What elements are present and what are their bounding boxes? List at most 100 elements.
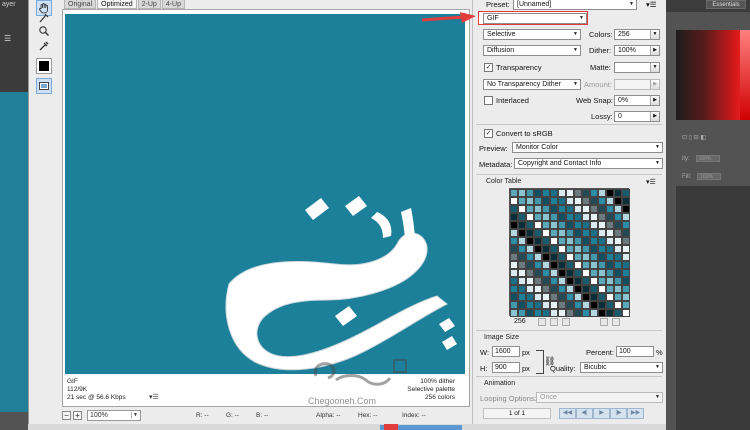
color-swatch[interactable] xyxy=(606,261,614,269)
preset-select[interactable]: [Unnamed] ▼ xyxy=(513,0,637,10)
color-swatch[interactable] xyxy=(510,221,518,229)
color-swatch[interactable] xyxy=(606,213,614,221)
color-swatch[interactable] xyxy=(566,301,574,309)
color-swatch[interactable] xyxy=(542,189,550,197)
color-swatch[interactable] xyxy=(542,253,550,261)
color-swatch[interactable] xyxy=(574,229,582,237)
color-swatch[interactable] xyxy=(542,229,550,237)
color-swatch[interactable] xyxy=(614,301,622,309)
color-swatch[interactable] xyxy=(566,245,574,253)
last-frame-icon[interactable]: ▶▶ xyxy=(627,408,644,419)
color-swatch[interactable] xyxy=(542,205,550,213)
color-swatch[interactable] xyxy=(542,309,550,317)
color-swatch[interactable] xyxy=(542,285,550,293)
color-swatch[interactable] xyxy=(542,301,550,309)
height-input[interactable]: 900 xyxy=(492,362,520,373)
color-swatch[interactable] xyxy=(534,189,542,197)
quality-select[interactable]: Bicubic ▼ xyxy=(580,362,663,373)
color-swatch[interactable] xyxy=(518,245,526,253)
tab-2-up[interactable]: 2-Up xyxy=(137,0,161,9)
color-swatch[interactable] xyxy=(606,309,614,317)
color-swatch[interactable] xyxy=(622,221,630,229)
color-swatch[interactable] xyxy=(606,285,614,293)
color-swatch[interactable] xyxy=(574,245,582,253)
color-swatch[interactable] xyxy=(550,229,558,237)
color-swatch[interactable] xyxy=(534,301,542,309)
color-swatch[interactable] xyxy=(574,285,582,293)
lock-color-icon[interactable] xyxy=(562,318,570,326)
color-swatch[interactable] xyxy=(574,309,582,317)
color-swatch[interactable] xyxy=(542,221,550,229)
color-swatch[interactable] xyxy=(582,189,590,197)
color-swatch[interactable] xyxy=(550,285,558,293)
color-swatch[interactable] xyxy=(526,293,534,301)
color-swatch[interactable] xyxy=(574,205,582,213)
color-swatch[interactable] xyxy=(582,261,590,269)
color-swatch[interactable] xyxy=(550,293,558,301)
color-swatch[interactable] xyxy=(526,253,534,261)
color-reduction-select[interactable]: Selective ▼ xyxy=(483,29,581,40)
color-swatch[interactable] xyxy=(622,285,630,293)
color-swatch[interactable] xyxy=(542,245,550,253)
download-rate-menu-icon[interactable]: ▾☰ xyxy=(149,394,159,402)
colors-field[interactable]: 256 ▼ xyxy=(614,29,660,40)
color-swatch[interactable] xyxy=(582,285,590,293)
color-swatch[interactable] xyxy=(590,269,598,277)
color-swatch[interactable] xyxy=(510,253,518,261)
color-swatch[interactable] xyxy=(606,205,614,213)
percent-input[interactable]: 100 xyxy=(616,346,654,357)
color-swatch[interactable] xyxy=(622,293,630,301)
color-swatch[interactable] xyxy=(558,269,566,277)
color-swatch[interactable] xyxy=(606,237,614,245)
color-swatch[interactable] xyxy=(582,277,590,285)
color-swatch[interactable] xyxy=(550,189,558,197)
metadata-select[interactable]: Copyright and Contact Info ▼ xyxy=(514,158,663,169)
color-swatch[interactable] xyxy=(622,205,630,213)
color-swatch[interactable] xyxy=(622,189,630,197)
color-swatch[interactable] xyxy=(590,197,598,205)
color-swatch[interactable] xyxy=(526,309,534,317)
color-swatch[interactable] xyxy=(558,205,566,213)
transparency-dither-select[interactable]: No Transparency Dither ▼ xyxy=(483,79,581,90)
color-swatch[interactable] xyxy=(598,301,606,309)
color-swatch[interactable] xyxy=(622,197,630,205)
color-swatch[interactable] xyxy=(598,277,606,285)
color-swatch[interactable] xyxy=(582,205,590,213)
color-swatch[interactable] xyxy=(526,261,534,269)
color-swatch[interactable] xyxy=(510,285,518,293)
color-swatch[interactable] xyxy=(550,301,558,309)
toggle-slices-icon[interactable] xyxy=(36,78,52,94)
color-swatch[interactable] xyxy=(598,245,606,253)
color-swatch[interactable] xyxy=(534,293,542,301)
color-swatch[interactable] xyxy=(510,277,518,285)
color-swatch[interactable] xyxy=(622,245,630,253)
zoom-select[interactable]: 100% ▼ xyxy=(87,410,141,421)
color-swatch[interactable] xyxy=(590,229,598,237)
color-swatch[interactable] xyxy=(598,205,606,213)
color-swatch[interactable] xyxy=(598,261,606,269)
color-swatch[interactable] xyxy=(510,237,518,245)
color-swatch[interactable] xyxy=(582,269,590,277)
eyedropper-tool-icon[interactable] xyxy=(36,38,52,54)
color-table-grid[interactable] xyxy=(509,188,630,317)
color-swatch[interactable] xyxy=(558,293,566,301)
color-swatch[interactable] xyxy=(622,237,630,245)
color-swatch[interactable] xyxy=(582,197,590,205)
color-swatch[interactable] xyxy=(518,189,526,197)
first-frame-icon[interactable]: ◀◀ xyxy=(559,408,576,419)
preset-menu-icon[interactable]: ▾☰ xyxy=(646,0,657,9)
color-swatch[interactable] xyxy=(558,237,566,245)
color-swatch[interactable] xyxy=(510,229,518,237)
tab-optimized[interactable]: Optimized xyxy=(97,0,137,9)
previous-frame-icon[interactable]: ◀| xyxy=(576,408,593,419)
color-swatch[interactable] xyxy=(614,269,622,277)
color-swatch[interactable] xyxy=(550,261,558,269)
color-swatch[interactable] xyxy=(526,301,534,309)
color-swatch[interactable] xyxy=(566,205,574,213)
dither-field[interactable]: 100% ▶ xyxy=(614,45,660,56)
color-swatch[interactable] xyxy=(518,309,526,317)
color-swatch[interactable] xyxy=(526,205,534,213)
color-swatch[interactable] xyxy=(590,261,598,269)
color-swatch[interactable] xyxy=(590,205,598,213)
color-swatch[interactable] xyxy=(518,213,526,221)
